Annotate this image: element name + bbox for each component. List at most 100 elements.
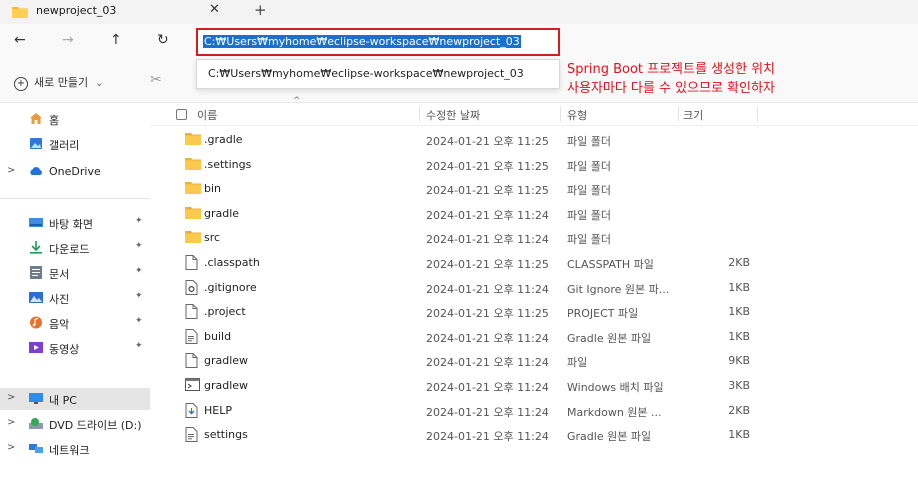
file-size: 1KB xyxy=(728,428,750,442)
file-type: Markdown 원본 ... xyxy=(567,405,662,419)
file-name: .gitignore xyxy=(204,280,257,294)
file-size: 1KB xyxy=(728,280,750,294)
column-divider[interactable] xyxy=(419,106,420,122)
up-icon[interactable]: ↑ xyxy=(110,32,122,48)
column-type[interactable]: 유형 xyxy=(567,107,587,123)
file-name: .gradle xyxy=(204,133,243,146)
folder-icon xyxy=(185,230,201,246)
pin-icon[interactable]: ✦ xyxy=(135,241,143,251)
chevron-right-icon[interactable]: > xyxy=(7,392,15,403)
batch-file-icon xyxy=(185,378,200,394)
column-divider[interactable] xyxy=(678,106,679,122)
file-type: Git Ignore 원본 파... xyxy=(567,282,670,296)
file-row[interactable]: bin 2024-01-21 오후 11:25 파일 폴더 xyxy=(150,176,918,200)
file-date: 2024-01-21 오후 11:24 xyxy=(426,405,549,419)
desktop-icon xyxy=(29,218,43,227)
file-name: gradle xyxy=(204,206,240,220)
file-row[interactable]: HELP 2024-01-21 오후 11:24 Markdown 원본 ... 2K… xyxy=(150,398,918,422)
download-icon xyxy=(30,241,42,254)
refresh-icon[interactable]: ↻ xyxy=(157,32,169,48)
sidebar-item-pictures[interactable]: 사진 ✦ xyxy=(0,287,150,309)
file-date: 2024-01-21 오후 11:25 xyxy=(426,307,549,321)
folder-icon xyxy=(185,157,201,173)
markdown-file-icon xyxy=(185,402,198,421)
column-divider[interactable] xyxy=(757,106,758,122)
sidebar-item-dvd[interactable]: > DVD 드라이브 (D:) xyxy=(0,413,150,435)
column-date[interactable]: 수정한 날짜 xyxy=(426,107,480,123)
pin-icon[interactable]: ✦ xyxy=(135,316,143,326)
sidebar-item-home[interactable]: 홈 xyxy=(0,108,150,130)
sidebar-item-gallery[interactable]: 갤러리 xyxy=(0,133,150,155)
column-divider[interactable] xyxy=(560,106,561,122)
pin-icon[interactable]: ✦ xyxy=(135,291,143,301)
sidebar-item-downloads[interactable]: 다운로드 ✦ xyxy=(0,237,150,259)
file-date: 2024-01-21 오후 11:24 xyxy=(426,356,549,370)
chevron-right-icon[interactable]: > xyxy=(7,417,15,428)
select-all-checkbox[interactable] xyxy=(176,109,187,120)
pin-icon[interactable]: ✦ xyxy=(135,341,143,351)
file-row[interactable]: src 2024-01-21 오후 11:24 파일 폴더 xyxy=(150,225,918,249)
column-name[interactable]: 이름 xyxy=(197,107,217,123)
close-tab-icon[interactable]: ✕ xyxy=(209,2,220,17)
file-row[interactable]: .gitignore 2024-01-21 오후 11:24 Git Ignore … xyxy=(150,275,918,299)
file-row[interactable]: build 2024-01-21 오후 11:24 Gradle 원본 파일 1KB xyxy=(150,324,918,348)
new-tab-button[interactable]: + xyxy=(254,1,267,19)
file-name: src xyxy=(204,231,221,245)
sidebar-item-documents[interactable]: 문서 ✦ xyxy=(0,262,150,284)
suggestion-text: C:₩Users₩myhome₩eclipse-workspace₩newpro… xyxy=(208,67,524,80)
file-row[interactable]: gradle 2024-01-21 오후 11:24 파일 폴더 xyxy=(150,201,918,225)
cut-icon[interactable]: ✂ xyxy=(150,72,162,88)
file-type: CLASSPATH 파일 xyxy=(567,258,654,271)
sidebar-item-videos[interactable]: 동영상 ✦ xyxy=(0,337,150,359)
pictures-icon xyxy=(29,292,43,303)
annotation: Spring Boot 프로젝트를 생성한 위치 사용자마다 다를 수 있으므로… xyxy=(567,60,775,98)
file-size: 2KB xyxy=(728,403,750,417)
sidebar-item-onedrive[interactable]: > OneDrive xyxy=(0,161,150,183)
column-size[interactable]: 크기 xyxy=(683,107,703,123)
file-size: 1KB xyxy=(728,329,750,343)
file-type: 파일 폴더 xyxy=(567,184,611,198)
address-bar[interactable]: C:₩Users₩myhome₩eclipse-workspace₩newpro… xyxy=(196,28,560,56)
sidebar-item-desktop[interactable]: 바탕 화면 ✦ xyxy=(0,212,150,234)
tab-newproject[interactable]: newproject_03 ✕ xyxy=(0,0,252,24)
file-icon xyxy=(185,304,198,322)
file-row[interactable]: gradlew 2024-01-21 오후 11:24 Windows 배치 파일 3… xyxy=(150,373,918,397)
file-date: 2024-01-21 오후 11:24 xyxy=(426,208,549,222)
file-row[interactable]: settings 2024-01-21 오후 11:24 Gradle 원본 파일 1… xyxy=(150,422,918,446)
address-text: C:₩Users₩myhome₩eclipse-workspace₩newpro… xyxy=(203,35,521,48)
new-button[interactable]: + 새로 만들기 ⌄ xyxy=(14,74,104,91)
pin-icon[interactable]: ✦ xyxy=(135,266,143,276)
file-size: 2KB xyxy=(728,256,750,269)
text-file-icon xyxy=(185,427,198,445)
file-row[interactable]: .project 2024-01-21 오후 11:25 PROJECT 파일 1KB xyxy=(150,299,918,323)
pc-icon xyxy=(29,393,43,404)
file-row[interactable]: gradlew 2024-01-21 오후 11:24 파일 9KB xyxy=(150,348,918,372)
back-icon[interactable]: ← xyxy=(14,32,26,48)
file-date: 2024-01-21 오후 11:24 xyxy=(426,331,549,345)
file-icon xyxy=(185,353,198,371)
chevron-right-icon[interactable]: > xyxy=(7,165,15,176)
gallery-icon xyxy=(30,138,42,149)
sidebar-item-music[interactable]: 음악 ✦ xyxy=(0,312,150,334)
file-row[interactable]: .gradle 2024-01-21 오후 11:25 파일 폴더 xyxy=(150,127,918,151)
plus-circle-icon: + xyxy=(14,77,28,91)
video-icon xyxy=(29,342,43,353)
file-row[interactable]: .classpath 2024-01-21 오후 11:25 CLASSPATH 파… xyxy=(150,250,918,274)
pin-icon[interactable]: ✦ xyxy=(135,216,143,226)
file-date: 2024-01-21 오후 11:24 xyxy=(426,233,549,247)
forward-icon[interactable]: → xyxy=(62,32,74,48)
chevron-right-icon[interactable]: > xyxy=(7,442,15,453)
sidebar-item-network[interactable]: > 네트워크 xyxy=(0,438,150,460)
address-suggestion[interactable]: C:₩Users₩myhome₩eclipse-workspace₩newpro… xyxy=(196,59,560,89)
file-date: 2024-01-21 오후 11:25 xyxy=(426,258,549,271)
sidebar-item-this-pc[interactable]: > 내 PC xyxy=(0,388,150,410)
file-name: build xyxy=(204,329,232,343)
settings-file-icon xyxy=(185,279,198,298)
file-name: HELP xyxy=(204,403,232,417)
music-icon xyxy=(30,316,42,329)
file-row[interactable]: .settings 2024-01-21 오후 11:25 파일 폴더 xyxy=(150,152,918,176)
file-type: 파일 폴더 xyxy=(567,233,611,247)
file-type: 파일 xyxy=(567,356,588,370)
sidebar-divider xyxy=(0,198,150,199)
file-date: 2024-01-21 오후 11:25 xyxy=(426,159,549,173)
